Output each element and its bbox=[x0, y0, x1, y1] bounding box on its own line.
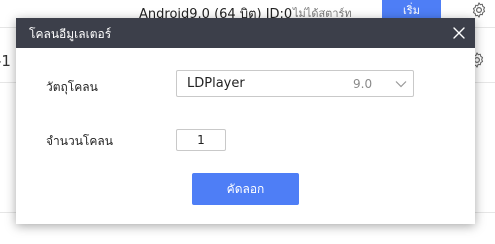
clone-count-input[interactable] bbox=[176, 129, 226, 151]
dialog-title: โคลนอีมูเลเตอร์ bbox=[29, 27, 112, 41]
row-number: -1 bbox=[0, 52, 11, 70]
start-button[interactable]: เริ่ม bbox=[382, 0, 441, 20]
dialog-header: โคลนอีมูเลเตอร์ bbox=[16, 18, 475, 48]
source-label: วัตถุโคลน bbox=[46, 80, 98, 94]
close-icon[interactable] bbox=[449, 23, 469, 43]
count-label: จำนวนโคลน bbox=[46, 134, 113, 148]
start-button-label: เริ่ม bbox=[403, 4, 420, 17]
chevron-down-icon bbox=[395, 81, 407, 88]
clone-emulator-dialog: โคลนอีมูเลเตอร์ วัตถุโคลน LDPlayer 9.0 จ… bbox=[16, 18, 475, 224]
source-select-value: LDPlayer bbox=[187, 76, 245, 91]
gear-icon[interactable] bbox=[470, 1, 488, 19]
copy-button[interactable]: คัดลอก bbox=[192, 173, 299, 205]
source-select[interactable]: LDPlayer 9.0 bbox=[176, 70, 414, 97]
source-select-version: 9.0 bbox=[353, 77, 373, 91]
